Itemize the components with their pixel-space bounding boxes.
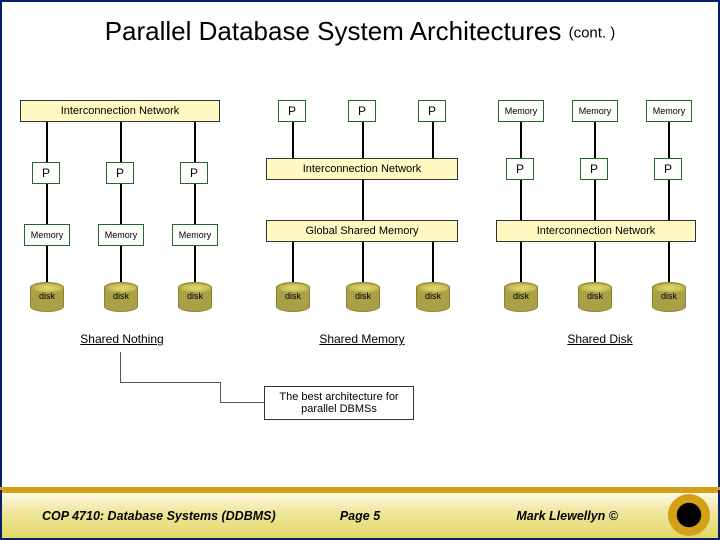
gold-divider — [0, 487, 720, 490]
arch-shared-nothing: Interconnection Network P P P Memory Mem… — [12, 70, 232, 480]
connector — [120, 246, 122, 282]
connector — [362, 122, 364, 158]
connector — [46, 184, 48, 224]
interconnect-label: Interconnection Network — [303, 163, 422, 175]
connector — [668, 122, 670, 158]
connector — [520, 122, 522, 158]
connector — [594, 180, 596, 220]
title-text: Parallel Database System Architectures — [105, 16, 562, 46]
memory-box: Memory — [98, 224, 144, 246]
connector — [362, 180, 364, 220]
disk-icon: disk — [104, 282, 138, 312]
footer-page: Page 5 — [340, 509, 380, 523]
connector — [46, 246, 48, 282]
disk-icon: disk — [276, 282, 310, 312]
connector — [520, 180, 522, 220]
caption-shared-nothing: Shared Nothing — [12, 332, 232, 346]
interconnect-bus: Interconnection Network — [496, 220, 696, 242]
connector — [292, 242, 294, 282]
memory-box: Memory — [498, 100, 544, 122]
interconnect-label: Interconnection Network — [61, 105, 180, 117]
connector — [432, 242, 434, 282]
processor-box: P — [506, 158, 534, 180]
disk-icon: disk — [30, 282, 64, 312]
ucf-logo-icon — [668, 494, 710, 536]
connector — [292, 122, 294, 158]
processor-box: P — [348, 100, 376, 122]
processor-box: P — [418, 100, 446, 122]
disk-icon: disk — [578, 282, 612, 312]
processor-box: P — [180, 162, 208, 184]
connector — [520, 242, 522, 282]
disk-icon: disk — [346, 282, 380, 312]
connector — [120, 184, 122, 224]
title-suffix: (cont. ) — [569, 25, 616, 42]
caption-shared-disk: Shared Disk — [490, 332, 710, 346]
caption-shared-memory: Shared Memory — [252, 332, 472, 346]
connector — [668, 180, 670, 220]
processor-box: P — [278, 100, 306, 122]
memory-box: Memory — [172, 224, 218, 246]
slide-title: Parallel Database System Architectures (… — [0, 16, 720, 47]
memory-box: Memory — [646, 100, 692, 122]
interconnect-label: Interconnection Network — [537, 225, 656, 237]
processor-box: P — [580, 158, 608, 180]
disk-icon: disk — [504, 282, 538, 312]
processor-box: P — [32, 162, 60, 184]
footer-author: Mark Llewellyn © — [516, 509, 618, 523]
global-memory-bus: Global Shared Memory — [266, 220, 458, 242]
callout-line — [120, 352, 121, 382]
connector — [46, 122, 48, 162]
slide-footer: COP 4710: Database Systems (DDBMS) Page … — [2, 490, 718, 538]
connector — [194, 122, 196, 162]
connector — [120, 122, 122, 162]
arch-shared-disk: Memory Memory Memory P P P Interconnecti… — [490, 70, 710, 480]
processor-box: P — [106, 162, 134, 184]
disk-icon: disk — [178, 282, 212, 312]
callout-line — [220, 382, 221, 402]
interconnect-bus: Interconnection Network — [266, 158, 458, 180]
interconnect-bus: Interconnection Network — [20, 100, 220, 122]
global-memory-label: Global Shared Memory — [305, 225, 418, 237]
disk-icon: disk — [652, 282, 686, 312]
connector — [432, 122, 434, 158]
memory-box: Memory — [24, 224, 70, 246]
memory-box: Memory — [572, 100, 618, 122]
callout-line — [120, 382, 220, 383]
processor-box: P — [654, 158, 682, 180]
connector — [194, 246, 196, 282]
connector — [594, 122, 596, 158]
callout-line — [220, 402, 264, 403]
disk-icon: disk — [416, 282, 450, 312]
connector — [194, 184, 196, 224]
diagram-area: Interconnection Network P P P Memory Mem… — [0, 70, 720, 480]
connector — [668, 242, 670, 282]
connector — [362, 242, 364, 282]
best-arch-note: The best architecture for parallel DBMSs — [264, 386, 414, 420]
connector — [594, 242, 596, 282]
footer-course: COP 4710: Database Systems (DDBMS) — [42, 509, 276, 523]
